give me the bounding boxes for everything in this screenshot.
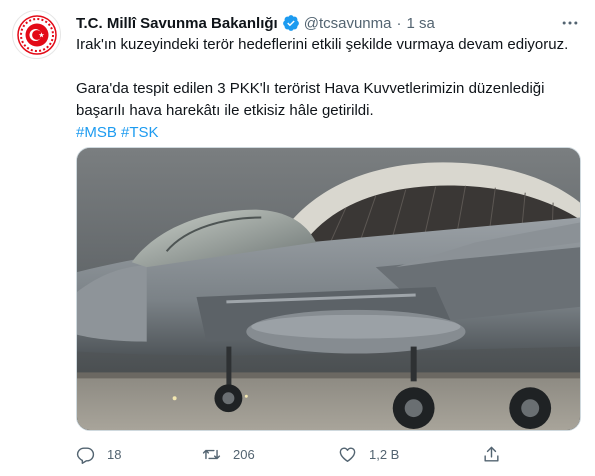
author-handle[interactable]: @tcsavunma (304, 15, 392, 32)
like-icon (339, 446, 356, 462)
reply-count: 18 (107, 446, 122, 462)
tweet-text-line: başarılı hava harekâtı ile etkisiz hâle … (76, 102, 374, 119)
like-count: 1,2 B (369, 446, 400, 462)
fighter-jet-image (77, 148, 580, 430)
separator-dot: · (396, 14, 402, 32)
tweet-text-line: Gara'da tespit edilen 3 PKK'lı terörist … (76, 80, 545, 97)
tweet-text: Irak'ın kuzeyindeki terör hedeflerini et… (76, 34, 581, 144)
hashtag-msb[interactable]: #MSB (76, 124, 117, 141)
reply-icon (76, 446, 95, 464)
ministry-emblem-icon (16, 14, 57, 55)
retweet-icon (202, 449, 221, 459)
retweet-button[interactable]: 206 (202, 445, 255, 464)
author-name[interactable]: T.C. Millî Savunma Bakanlığı (76, 15, 278, 32)
hashtag-line: #MSB #TSK (76, 122, 581, 144)
more-options-icon[interactable] (559, 12, 581, 34)
verified-badge-icon (282, 15, 299, 31)
tweet-card[interactable]: T.C. Millî Savunma Bakanlığı @tcsavunma … (0, 0, 595, 476)
tweet-media-video[interactable] (76, 147, 581, 431)
tweet-actions: 18 206 1,2 B (76, 441, 581, 467)
share-icon (484, 446, 499, 462)
reply-button[interactable]: 18 (76, 445, 121, 464)
tweet-timestamp[interactable]: 1 sa (406, 15, 434, 32)
share-button[interactable] (482, 445, 501, 464)
like-button[interactable]: 1,2 B (338, 445, 399, 464)
tweet-header: T.C. Millî Savunma Bakanlığı @tcsavunma … (76, 12, 555, 34)
hashtag-tsk[interactable]: #TSK (121, 124, 159, 141)
avatar[interactable] (12, 10, 61, 59)
retweet-count: 206 (233, 446, 255, 462)
tweet-text-line: Irak'ın kuzeyindeki terör hedeflerini et… (76, 36, 569, 53)
